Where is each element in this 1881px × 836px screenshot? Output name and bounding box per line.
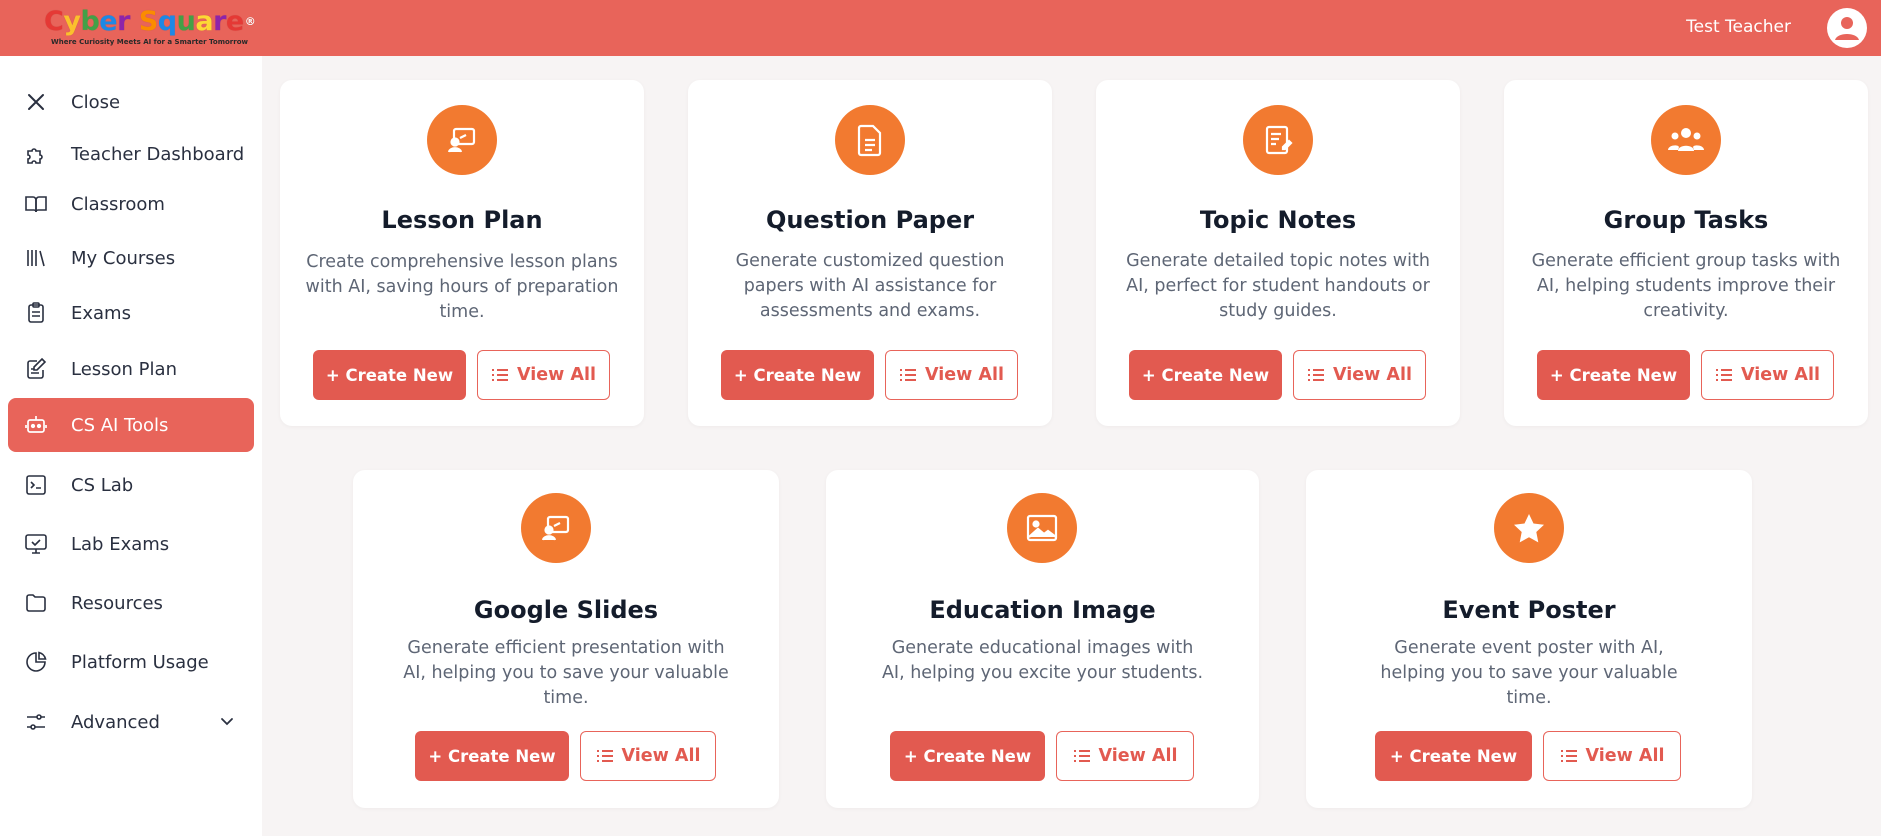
sidebar-item-resources[interactable]: Resources <box>8 576 254 630</box>
view-all-button[interactable]: View All <box>885 350 1018 400</box>
monitor-check-icon <box>23 531 49 557</box>
close-icon <box>23 89 49 115</box>
card-title: Group Tasks <box>1603 206 1769 234</box>
card-education-image: Education Image Generate educational ima… <box>826 470 1259 808</box>
card-description: Create comprehensive lesson plans with AI… <box>305 252 619 322</box>
view-all-button[interactable]: View All <box>477 350 610 400</box>
sliders-icon <box>23 709 49 735</box>
card-title: Event Poster <box>1442 596 1616 624</box>
puzzle-icon <box>23 141 49 167</box>
sidebar-item-label: Lesson Plan <box>71 358 177 380</box>
card-title: Lesson Plan <box>381 206 543 234</box>
list-icon <box>1560 750 1577 762</box>
create-new-button[interactable]: + Create New <box>1129 350 1282 400</box>
create-new-button[interactable]: + Create New <box>890 731 1045 781</box>
star-icon <box>1494 493 1564 563</box>
sidebar-item-platform-usage[interactable]: Platform Usage <box>8 635 254 689</box>
sidebar-item-classroom[interactable]: Classroom <box>8 177 254 231</box>
group-icon <box>1651 105 1721 175</box>
cyber-square-logo[interactable]: Cyber Square® Where Curiosity Meets AI f… <box>44 6 256 47</box>
presentation-icon <box>427 105 497 175</box>
notepad-edit-icon <box>23 356 49 382</box>
list-icon <box>492 369 509 381</box>
image-icon <box>1007 493 1077 563</box>
library-icon <box>23 245 49 271</box>
card-lesson-plan: Lesson Plan Create comprehensive lesson … <box>280 80 644 426</box>
sidebar-item-label: Exams <box>71 302 131 324</box>
clipboard-icon <box>23 300 49 326</box>
sidebar-item-lesson-plan[interactable]: Lesson Plan <box>8 342 254 396</box>
card-description: Generate event poster with AI, helping yo… <box>1380 638 1678 708</box>
card-description: Generate efficient group tasks with AI, h… <box>1531 251 1841 321</box>
user-name[interactable]: Test Teacher <box>1686 17 1791 37</box>
robot-icon <box>23 412 49 438</box>
view-all-button[interactable]: View All <box>580 731 716 781</box>
sidebar-item-label: Resources <box>71 592 163 614</box>
top-header: Cyber Square® Where Curiosity Meets AI f… <box>0 0 1881 56</box>
sidebar-item-label: Lab Exams <box>71 533 170 555</box>
list-icon <box>900 369 917 381</box>
view-all-button[interactable]: View All <box>1543 731 1681 781</box>
sidebar: Close Teacher Dashboard Classroom My Cou… <box>0 56 262 836</box>
notes-icon <box>1243 105 1313 175</box>
list-icon <box>1073 750 1090 762</box>
sidebar-item-my-courses[interactable]: My Courses <box>8 231 254 285</box>
sidebar-item-label: CS Lab <box>71 474 134 496</box>
card-title: Google Slides <box>473 596 659 624</box>
pie-chart-icon <box>23 649 49 675</box>
logo-tagline: Where Curiosity Meets AI for a Smarter T… <box>51 38 248 46</box>
card-group-tasks: Group Tasks Generate efficient group tas… <box>1504 80 1868 426</box>
view-all-button[interactable]: View All <box>1701 350 1834 400</box>
sidebar-item-label: CS AI Tools <box>71 414 169 436</box>
sidebar-item-close[interactable]: Close <box>8 75 254 129</box>
terminal-icon <box>23 472 49 498</box>
chevron-down-icon[interactable] <box>218 712 236 735</box>
sidebar-item-label: Classroom <box>71 193 165 215</box>
card-description: Generate efficient presentation with AI, … <box>403 638 729 708</box>
presentation-icon <box>521 493 591 563</box>
create-new-button[interactable]: + Create New <box>415 731 569 781</box>
book-open-icon <box>23 191 49 217</box>
folder-icon <box>23 590 49 616</box>
view-all-button[interactable]: View All <box>1293 350 1426 400</box>
card-description: Generate customized question papers with … <box>735 251 1005 321</box>
card-topic-notes: Topic Notes Generate detailed topic note… <box>1096 80 1460 426</box>
user-avatar-icon[interactable] <box>1827 8 1867 48</box>
card-description: Generate detailed topic notes with AI, pe… <box>1126 251 1430 321</box>
create-new-button[interactable]: + Create New <box>721 350 874 400</box>
sidebar-item-label: Advanced <box>71 711 160 733</box>
card-question-paper: Question Paper Generate customized quest… <box>688 80 1052 426</box>
list-icon <box>1308 369 1325 381</box>
card-title: Education Image <box>929 596 1156 624</box>
document-icon <box>835 105 905 175</box>
sidebar-item-advanced[interactable]: Advanced <box>8 695 254 749</box>
sidebar-item-label: Close <box>71 91 121 113</box>
sidebar-item-teacher-dashboard[interactable]: Teacher Dashboard <box>8 127 254 181</box>
create-new-button[interactable]: + Create New <box>1375 731 1532 781</box>
create-new-button[interactable]: + Create New <box>1537 350 1690 400</box>
sidebar-item-label: Teacher Dashboard <box>71 143 245 165</box>
sidebar-item-cs-ai-tools[interactable]: CS AI Tools <box>8 398 254 452</box>
card-title: Topic Notes <box>1199 206 1357 234</box>
list-icon <box>596 750 613 762</box>
card-description: Generate educational images with AI, help… <box>881 638 1204 683</box>
card-google-slides: Google Slides Generate efficient present… <box>353 470 779 808</box>
card-title: Question Paper <box>765 206 975 234</box>
sidebar-item-label: My Courses <box>71 247 176 269</box>
logo-text: Cyber Square® <box>44 6 256 37</box>
sidebar-item-lab-exams[interactable]: Lab Exams <box>8 517 254 571</box>
card-event-poster: Event Poster Generate event poster with … <box>1306 470 1752 808</box>
sidebar-item-cs-lab[interactable]: CS Lab <box>8 458 254 512</box>
sidebar-item-label: Platform Usage <box>71 651 209 673</box>
create-new-button[interactable]: + Create New <box>313 350 466 400</box>
sidebar-item-exams[interactable]: Exams <box>8 286 254 340</box>
list-icon <box>1716 369 1733 381</box>
view-all-button[interactable]: View All <box>1056 731 1194 781</box>
